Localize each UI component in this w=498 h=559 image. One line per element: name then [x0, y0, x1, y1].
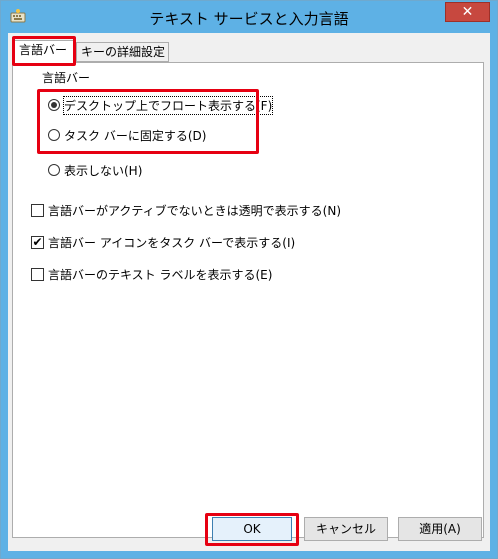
cancel-button[interactable]: キャンセル: [304, 517, 388, 541]
window-title: テキスト サービスと入力言語: [149, 10, 349, 28]
checkbox-label: 言語バーがアクティブでないときは透明で表示する(N): [48, 203, 342, 218]
tab-label: キーの詳細設定: [81, 45, 166, 59]
radio-label: 表示しない(H): [64, 163, 143, 178]
checkmark-icon: ✔: [32, 234, 43, 249]
checkbox-show-icon-in-taskbar[interactable]: ✔ 言語バー アイコンをタスク バーで表示する(I): [31, 234, 295, 250]
radio-label: デスクトップ上でフロート表示する(F): [62, 95, 274, 115]
checkbox[interactable]: [31, 267, 44, 281]
radio-button[interactable]: [48, 99, 60, 111]
checkbox[interactable]: ✔: [31, 234, 44, 249]
radio-dock-in-taskbar[interactable]: タスク バーに固定する(D): [48, 127, 206, 143]
title-bar[interactable]: テキスト サービスと入力言語 ✕: [1, 1, 497, 33]
ok-button[interactable]: OK: [212, 517, 292, 541]
apply-button[interactable]: 適用(A): [398, 517, 482, 541]
radio-hidden[interactable]: 表示しない(H): [48, 162, 142, 178]
tab-advanced-key-settings[interactable]: キーの詳細設定: [76, 42, 169, 62]
close-icon: ✕: [461, 4, 474, 20]
checkbox-show-text-labels[interactable]: 言語バーのテキスト ラベルを表示する(E): [31, 266, 272, 282]
radio-button[interactable]: [48, 164, 60, 176]
checkbox-label: 言語バーのテキスト ラベルを表示する(E): [48, 267, 273, 282]
radio-button[interactable]: [48, 129, 60, 141]
radio-label: タスク バーに固定する(D): [64, 128, 207, 143]
checkbox-transparent-when-inactive[interactable]: 言語バーがアクティブでないときは透明で表示する(N): [31, 202, 341, 218]
radio-float-on-desktop[interactable]: デスクトップ上でフロート表示する(F): [48, 95, 274, 115]
checkbox-label: 言語バー アイコンをタスク バーで表示する(I): [48, 235, 296, 250]
tab-language-bar[interactable]: 言語バー: [14, 40, 76, 64]
group-legend: 言語バー: [40, 71, 93, 85]
checkbox[interactable]: [31, 203, 44, 217]
tab-label: 言語バー: [19, 43, 68, 57]
close-button[interactable]: ✕: [445, 2, 490, 22]
